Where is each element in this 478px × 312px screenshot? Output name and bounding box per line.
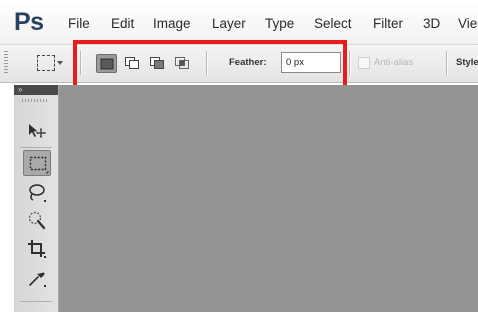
eyedropper-icon [29, 272, 46, 287]
tool-preset-picker[interactable] [34, 52, 63, 74]
new-selection-button[interactable] [96, 54, 117, 73]
photoshop-logo: Ps [14, 8, 44, 36]
menu-bar: Ps File Edit Image Layer Type Select Fil… [0, 0, 478, 45]
tools-panel-grip[interactable] [22, 99, 48, 102]
crop-tool[interactable] [23, 236, 51, 262]
feather-input[interactable] [281, 52, 341, 73]
options-divider [206, 51, 208, 75]
intersect-with-selection-icon [175, 57, 189, 69]
collapse-icon[interactable]: » [18, 85, 22, 95]
feather-label: Feather: [229, 57, 267, 68]
move-icon [29, 124, 46, 138]
move-tool[interactable] [23, 118, 51, 144]
intersect-with-selection-button[interactable] [172, 54, 193, 73]
menu-filter[interactable]: Filter [373, 16, 403, 31]
quick-selection-icon [28, 211, 46, 230]
menu-file[interactable]: File [68, 16, 90, 31]
subtract-from-selection-button[interactable] [147, 54, 168, 73]
style-label: Style: [456, 57, 478, 68]
new-selection-icon [100, 58, 114, 70]
rectangular-marquee-icon [37, 55, 55, 71]
menu-3d[interactable]: 3D [423, 16, 440, 31]
chevron-down-icon [57, 61, 63, 65]
menu-image[interactable]: Image [153, 16, 191, 31]
rectangular-marquee-icon [29, 156, 49, 174]
anti-alias-checkbox[interactable] [358, 57, 370, 69]
options-bar-grip[interactable] [4, 51, 8, 75]
options-divider [349, 51, 351, 75]
crop-icon [28, 240, 46, 258]
lasso-tool[interactable] [23, 180, 51, 206]
anti-alias-label: Anti-alias [374, 57, 414, 68]
tools-divider [20, 147, 52, 148]
tools-panel: » [14, 85, 59, 312]
tools-panel-header[interactable]: » [14, 85, 58, 95]
add-to-selection-button[interactable] [122, 54, 143, 73]
eyedropper-tool[interactable] [23, 265, 51, 291]
options-divider [80, 51, 82, 75]
options-divider [446, 51, 448, 75]
menu-edit[interactable]: Edit [111, 16, 134, 31]
rectangular-marquee-tool[interactable] [23, 150, 51, 176]
canvas-area[interactable] [59, 85, 478, 312]
menu-layer[interactable]: Layer [212, 16, 246, 31]
menu-type[interactable]: Type [265, 16, 294, 31]
menu-select[interactable]: Select [314, 16, 352, 31]
subtract-from-selection-icon [150, 57, 164, 69]
lasso-icon [29, 184, 46, 202]
add-to-selection-icon [125, 57, 139, 69]
quick-selection-tool[interactable] [23, 208, 51, 234]
tools-divider [20, 301, 52, 302]
menu-view[interactable]: Vie [458, 16, 477, 31]
